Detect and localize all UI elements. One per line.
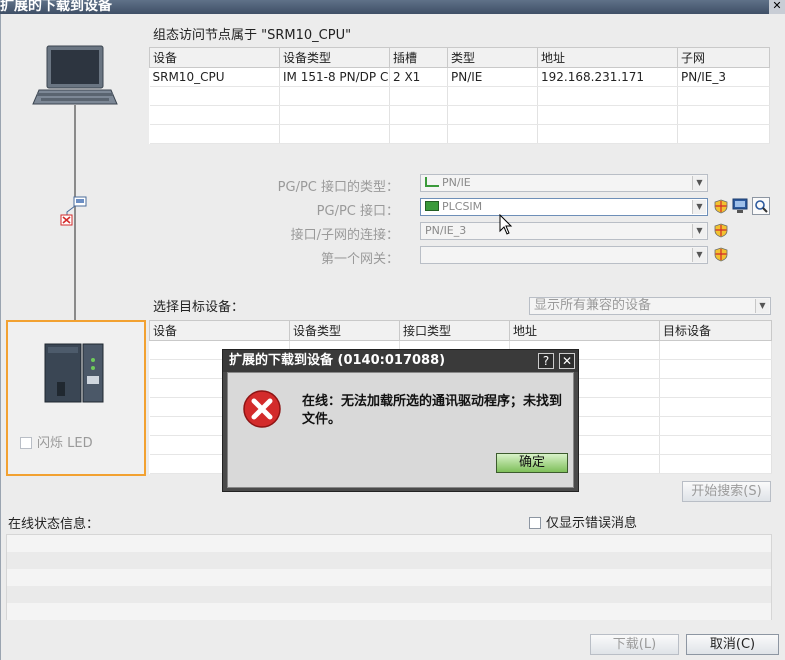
pg-pc-laptop-icon	[32, 45, 118, 105]
mouse-cursor-icon	[499, 214, 513, 235]
error-icon	[243, 390, 281, 428]
pn-ie-icon	[425, 177, 439, 187]
flash-led-checkbox[interactable]: 闪烁 LED	[20, 432, 93, 451]
target-table-header: 设备 设备类型 接口类型 地址 目标设备	[149, 320, 772, 341]
plc-device-icon	[44, 343, 104, 403]
pgpc-type-value: PN/IE	[442, 176, 471, 189]
first-gateway-select[interactable]: ▼	[420, 246, 708, 264]
shield-icon[interactable]	[714, 247, 728, 262]
col-slot: 插槽	[389, 47, 448, 68]
node-table: 设备 设备类型 插槽 类型 地址 子网 SRM10_CPU IM 151-8 P…	[149, 47, 770, 144]
chevron-down-icon[interactable]: ▼	[755, 299, 769, 313]
target-device-label: 选择目标设备：	[153, 300, 245, 315]
window-titlebar: 扩展的下载到设备 ✕	[0, 0, 785, 14]
list-item	[7, 586, 771, 603]
cell-device: SRM10_CPU	[149, 67, 280, 87]
subnet-connection-select[interactable]: PN/IE_3 ▼	[420, 222, 708, 240]
cell-address: 192.168.231.171	[537, 67, 678, 87]
errors-only-checkbox[interactable]: 仅显示错误消息	[529, 512, 637, 531]
table-row[interactable]: SRM10_CPU IM 151-8 PN/DP C... 2 X1 PN/IE…	[149, 67, 770, 87]
properties-icon[interactable]	[732, 198, 748, 214]
cell-type: PN/IE	[447, 67, 538, 87]
col-interface-type: 接口类型	[399, 320, 510, 341]
col-device: 设备	[149, 320, 290, 341]
pgpc-type-label: PG/PC 接口的类型：	[277, 180, 399, 195]
col-device-type: 设备类型	[289, 320, 400, 341]
table-row	[149, 124, 770, 144]
window-title: 扩展的下载到设备	[0, 0, 112, 14]
plcsim-icon	[425, 201, 439, 211]
dialog-help-button[interactable]: ?	[538, 353, 554, 369]
list-item	[7, 569, 771, 586]
chevron-down-icon[interactable]: ▼	[692, 248, 706, 262]
node-section-heading: 组态访问节点属于 "SRM10_CPU"	[153, 28, 352, 43]
pgpc-interface-value: PLCSIM	[442, 200, 483, 213]
list-item	[7, 535, 771, 552]
errors-only-checkbox-box[interactable]	[529, 517, 541, 529]
pgpc-interface-label: PG/PC 接口：	[316, 204, 399, 219]
download-window: 闪烁 LED 组态访问节点属于 "SRM10_CPU" 设备 设备类型 插槽 类…	[0, 14, 785, 660]
col-device: 设备	[149, 47, 280, 68]
online-status-list	[6, 534, 772, 620]
cell-slot: 2 X1	[389, 67, 448, 87]
dialog-message: 在线：无法加载所选的通讯驱动程序；未找到文件。	[302, 394, 563, 427]
window-close-button[interactable]: ✕	[769, 0, 785, 14]
start-search-button[interactable]: 开始搜索(S)	[682, 481, 771, 502]
first-gateway-label: 第一个网关：	[320, 252, 399, 267]
list-item	[7, 552, 771, 569]
table-row	[149, 86, 770, 106]
cell-subnet: PN/IE_3	[677, 67, 770, 87]
pgpc-interface-select[interactable]: PLCSIM ▼	[420, 198, 708, 216]
col-target-device: 目标设备	[659, 320, 772, 341]
shield-icon[interactable]	[714, 223, 728, 238]
pgpc-type-select[interactable]: PN/IE ▼	[420, 174, 708, 192]
table-row	[149, 105, 770, 125]
col-type: 类型	[447, 47, 538, 68]
shield-icon[interactable]	[714, 199, 728, 214]
col-address: 地址	[537, 47, 678, 68]
chevron-down-icon[interactable]: ▼	[692, 200, 706, 214]
network-port-icon	[60, 196, 87, 226]
dialog-close-button[interactable]: ✕	[559, 353, 575, 369]
col-subnet: 子网	[677, 47, 770, 68]
dialog-body: 在线：无法加载所选的通讯驱动程序；未找到文件。 确定	[227, 372, 574, 488]
chevron-down-icon[interactable]: ▼	[692, 224, 706, 238]
download-button[interactable]: 下载(L)	[590, 634, 679, 655]
flash-led-checkbox-box[interactable]	[20, 437, 32, 449]
chevron-down-icon[interactable]: ▼	[692, 176, 706, 190]
col-address: 地址	[509, 320, 660, 341]
diagnostics-button[interactable]	[752, 197, 770, 215]
magnifier-icon	[755, 200, 768, 213]
online-status-label: 在线状态信息：	[8, 517, 100, 532]
dialog-title: 扩展的下载到设备 (0140:017088)	[223, 350, 578, 372]
error-dialog: 扩展的下载到设备 (0140:017088) ? ✕ 在线：无法加载所选的通讯驱…	[222, 349, 579, 492]
compatible-devices-value: 显示所有兼容的设备	[534, 298, 652, 313]
cell-device-type: IM 151-8 PN/DP C...	[279, 67, 390, 87]
compatible-devices-select[interactable]: 显示所有兼容的设备 ▼	[529, 297, 771, 315]
col-device-type: 设备类型	[279, 47, 390, 68]
ok-button[interactable]: 确定	[496, 453, 568, 473]
errors-only-label: 仅显示错误消息	[546, 516, 638, 531]
cancel-button[interactable]: 取消(C)	[686, 634, 779, 655]
list-item	[7, 603, 771, 620]
node-table-header: 设备 设备类型 插槽 类型 地址 子网	[149, 47, 770, 68]
flash-led-label: 闪烁 LED	[37, 436, 93, 451]
subnet-connection-label: 接口/子网的连接：	[290, 228, 399, 243]
subnet-connection-value: PN/IE_3	[425, 224, 467, 237]
